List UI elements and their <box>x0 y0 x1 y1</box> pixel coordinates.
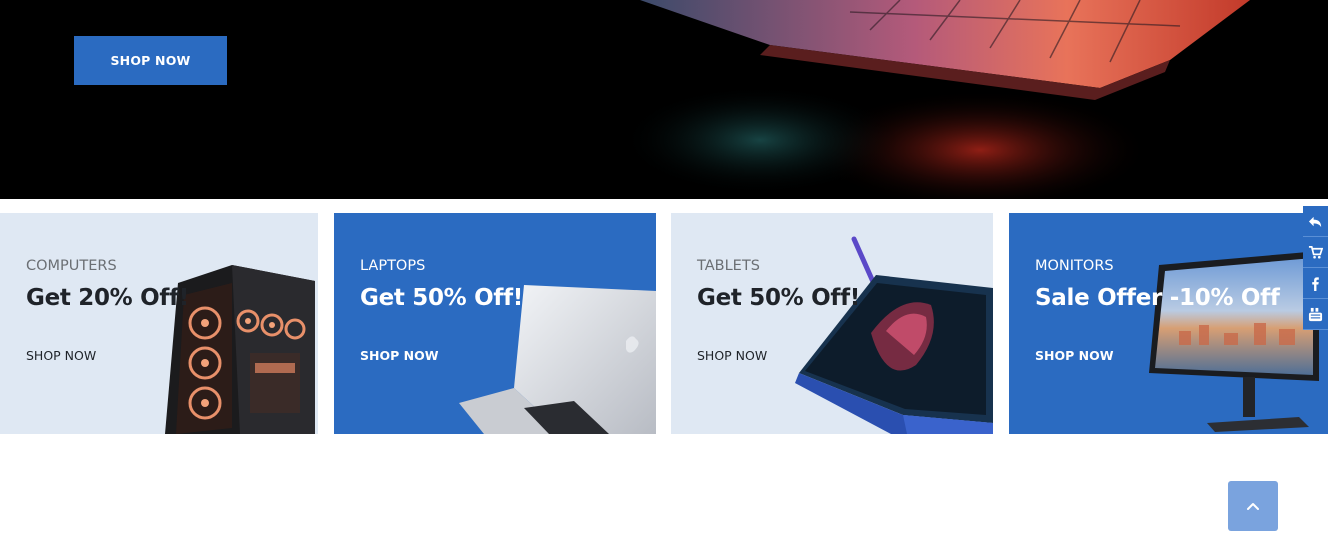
cart-button[interactable] <box>1303 237 1328 268</box>
laptop-image <box>459 285 656 434</box>
category-label: COMPUTERS <box>26 258 117 274</box>
category-label: MONITORS <box>1035 258 1114 274</box>
shop-now-link[interactable]: SHOP NOW <box>1035 348 1113 363</box>
offer-headline: Sale Offer -10% Off <box>1035 285 1280 311</box>
cart-icon <box>1308 245 1323 258</box>
floating-side-bar <box>1303 206 1328 330</box>
youtube-icon <box>1308 307 1323 321</box>
facebook-icon <box>1312 276 1319 291</box>
offer-headline: Get 50% Off! <box>697 285 860 311</box>
chevron-up-icon <box>1247 503 1259 510</box>
hero-banner: SHOP NOW <box>0 0 1328 199</box>
facebook-button[interactable] <box>1303 268 1328 299</box>
category-card-monitors[interactable]: MONITORS Sale Offer -10% Off SHOP NOW <box>1009 213 1328 434</box>
shop-now-link[interactable]: SHOP NOW <box>26 348 96 363</box>
shop-now-link[interactable]: SHOP NOW <box>360 348 438 363</box>
hero-laptop-image <box>620 0 1250 199</box>
computer-tower-image <box>165 265 315 434</box>
back-button[interactable] <box>1303 206 1328 237</box>
category-label: TABLETS <box>697 258 760 274</box>
offer-headline: Get 20% Off! <box>26 285 189 311</box>
offer-headline: Get 50% Off! <box>360 285 523 311</box>
category-card-laptops[interactable]: LAPTOPS Get 50% Off! SHOP NOW <box>334 213 656 434</box>
category-card-tablets[interactable]: TABLETS Get 50% Off! SHOP NOW <box>671 213 993 434</box>
category-card-computers[interactable]: COMPUTERS Get 20% Off! SHOP NOW <box>0 213 318 434</box>
back-arrow-icon <box>1308 216 1322 227</box>
back-to-top-button[interactable] <box>1228 481 1278 531</box>
category-label: LAPTOPS <box>360 258 426 274</box>
tablet-image <box>795 236 993 434</box>
hero-shop-now-button[interactable]: SHOP NOW <box>74 36 227 85</box>
shop-now-link[interactable]: SHOP NOW <box>697 348 767 363</box>
monitor-image <box>1149 251 1319 432</box>
youtube-button[interactable] <box>1303 299 1328 330</box>
